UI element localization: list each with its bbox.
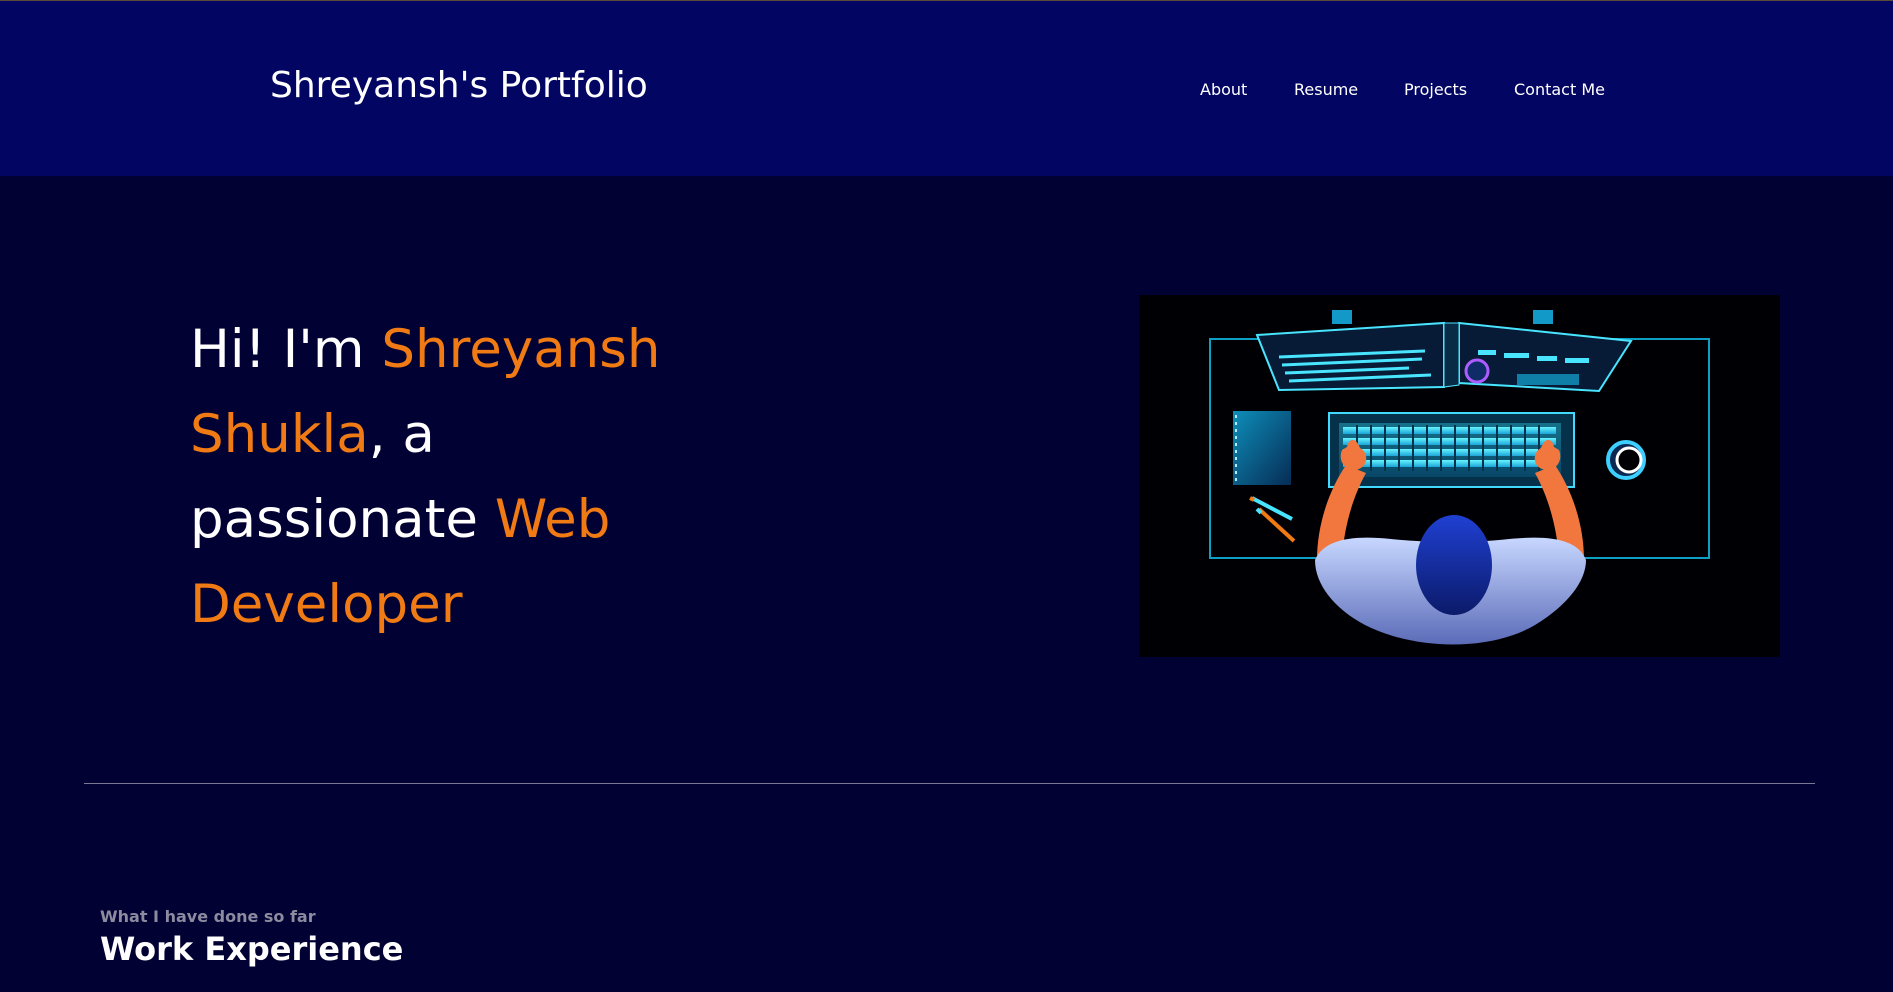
site-brand[interactable]: Shreyansh's Portfolio — [270, 65, 648, 106]
hero-last-name: Shukla — [190, 404, 369, 465]
developer-at-desk-illustration — [1139, 295, 1780, 657]
hero-passionate: passionate — [190, 489, 495, 550]
nav-link-resume[interactable]: Resume — [1294, 80, 1358, 99]
nav-link-projects[interactable]: Projects — [1404, 80, 1467, 99]
nav-link-contact[interactable]: Contact Me — [1514, 80, 1605, 99]
hero-developer: Developer — [190, 574, 463, 635]
hero-web: Web — [494, 489, 611, 550]
site-header: Shreyansh's Portfolio About Resume Proje… — [0, 1, 1893, 176]
section-divider — [84, 783, 1815, 784]
portfolio-page: Shreyansh's Portfolio About Resume Proje… — [0, 0, 1893, 992]
nav-link-about[interactable]: About — [1200, 80, 1247, 99]
hero-greeting: Hi! I'm — [190, 319, 382, 380]
hero-comma-a: , a — [368, 404, 435, 465]
experience-subtitle: What I have done so far — [100, 907, 316, 926]
developer-illustration-icon — [1139, 295, 1780, 657]
experience-title: Work Experience — [100, 930, 404, 968]
hero-heading: Hi! I'm Shreyansh Shukla, a passionate Web… — [190, 307, 710, 647]
hero-first-name: Shreyansh — [381, 319, 661, 380]
